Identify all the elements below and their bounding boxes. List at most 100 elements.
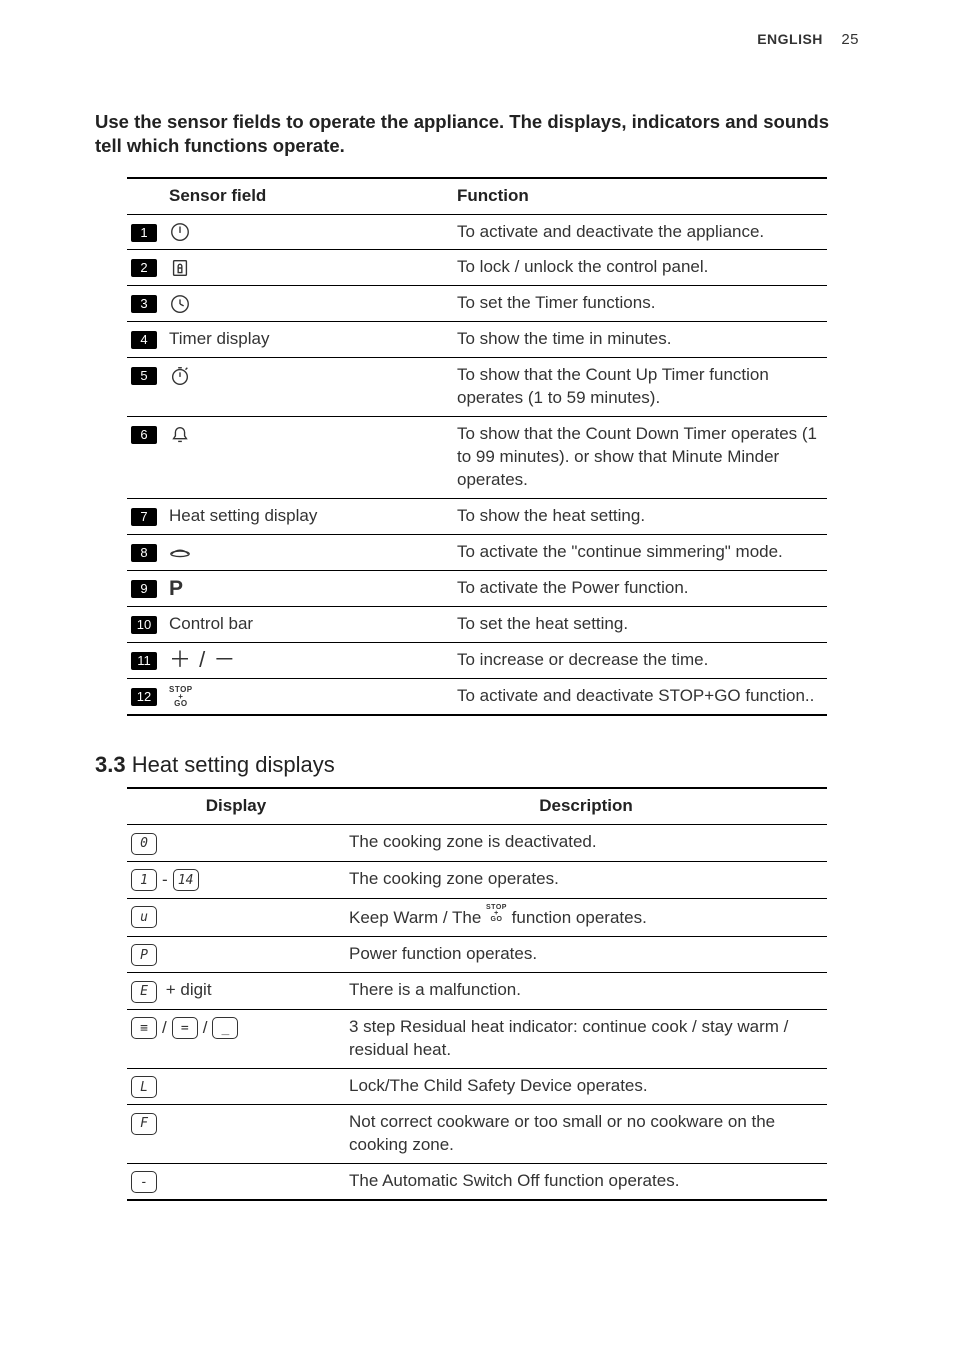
description-cell: There is a malfunction. xyxy=(345,973,827,1010)
countup-icon xyxy=(169,365,191,387)
display-segment: 1 xyxy=(131,869,157,891)
display-segment: - xyxy=(131,1171,157,1193)
section-text: Heat setting displays xyxy=(132,752,335,777)
row-number-badge: 3 xyxy=(131,295,157,313)
function-cell: To show the time in minutes. xyxy=(453,322,827,358)
function-cell: To activate and deactivate STOP+GO funct… xyxy=(453,678,827,714)
sensor-field-cell: Control bar xyxy=(165,606,453,642)
display-cell: P xyxy=(127,936,345,973)
description-cell: The cooking zone is deactivated. xyxy=(345,825,827,862)
description-cell: The cooking zone operates. xyxy=(345,861,827,898)
description-cell: Lock/The Child Safety Device operates. xyxy=(345,1068,827,1105)
description-cell: Not correct cookware or too small or no … xyxy=(345,1105,827,1164)
table-row: E + digitThere is a malfunction. xyxy=(127,973,827,1010)
display-cell: F xyxy=(127,1105,345,1164)
function-cell: To lock / unlock the control panel. xyxy=(453,250,827,286)
sensor-field-cell: Timer display xyxy=(165,322,453,358)
table-row: P Power function operates. xyxy=(127,936,827,973)
table-row: FNot correct cookware or too small or no… xyxy=(127,1105,827,1164)
display-segment: ≡ xyxy=(131,1017,157,1039)
description-cell: 3 step Residual heat indicator: continue… xyxy=(345,1009,827,1068)
function-cell: To set the Timer functions. xyxy=(453,286,827,322)
table-row: u Keep Warm / The STOP+GO function operat… xyxy=(127,898,827,936)
table-row: - The Automatic Switch Off function opera… xyxy=(127,1163,827,1200)
table-row: L Lock/The Child Safety Device operates. xyxy=(127,1068,827,1105)
function-cell: To show the heat setting. xyxy=(453,498,827,534)
sensor-field-cell xyxy=(165,214,453,250)
display-segment: u xyxy=(131,906,157,928)
row-number-badge: 8 xyxy=(131,544,157,562)
th-sensor-field: Sensor field xyxy=(165,178,453,214)
sensor-field-cell xyxy=(165,417,453,499)
description-cell: The Automatic Switch Off function operat… xyxy=(345,1163,827,1200)
sensor-field-icon xyxy=(169,221,191,243)
function-cell: To activate the "continue simmering" mod… xyxy=(453,534,827,570)
row-number-badge: 9 xyxy=(131,580,157,598)
section-number: 3.3 xyxy=(95,752,126,777)
description-cell: Power function operates. xyxy=(345,936,827,973)
sensor-field-cell xyxy=(165,534,453,570)
display-cell: 0 xyxy=(127,825,345,862)
row-number-badge: 2 xyxy=(131,259,157,277)
sensor-field-cell xyxy=(165,286,453,322)
row-number-badge: 11 xyxy=(131,652,157,670)
row-number-badge: 7 xyxy=(131,508,157,526)
row-number-badge: 10 xyxy=(131,616,157,634)
sensor-field-cell: ＋ / － xyxy=(165,642,453,678)
th-display: Display xyxy=(127,788,345,824)
heat-setting-display-table: Display Description 0The cooking zone is… xyxy=(127,787,827,1201)
display-segment: L xyxy=(131,1076,157,1098)
sensor-field-icon: P xyxy=(169,578,183,599)
sensor-field-icon: STOP+GO xyxy=(169,686,193,707)
function-cell: To show that the Count Up Timer function… xyxy=(453,358,827,417)
function-cell: To activate and deactivate the appliance… xyxy=(453,214,827,250)
display-cell: 1 - 14 xyxy=(127,861,345,898)
row-number-badge: 5 xyxy=(131,367,157,385)
sensor-field-cell: STOP+GO xyxy=(165,678,453,714)
table-row: 5 To show that the Count Up Timer functio… xyxy=(127,358,827,417)
sensor-field-icon xyxy=(169,424,191,446)
table-row: 7 Heat setting displayTo show the heat se… xyxy=(127,498,827,534)
display-cell: u xyxy=(127,898,345,936)
sensor-field-icon xyxy=(169,257,191,279)
sensor-field-cell: Heat setting display xyxy=(165,498,453,534)
display-cell: E + digit xyxy=(127,973,345,1010)
display-segment: = xyxy=(172,1017,198,1039)
description-cell: Keep Warm / The STOP+GO function operate… xyxy=(345,898,827,936)
lock-icon xyxy=(169,257,191,279)
table-row: 8 To activate the "continue simmering" mo… xyxy=(127,534,827,570)
sensor-field-cell xyxy=(165,250,453,286)
table-row: 12 STOP+GO To activate and deactivate STOP… xyxy=(127,678,827,714)
section-3-3-title: 3.3 Heat setting displays xyxy=(95,750,859,780)
table-row: 11＋ / －To increase or decrease the time. xyxy=(127,642,827,678)
display-suffix: + digit xyxy=(161,980,212,999)
plus-minus-icon: ＋ / － xyxy=(169,649,236,671)
table-row: 3 To set the Timer functions. xyxy=(127,286,827,322)
row-number-badge: 6 xyxy=(131,426,157,444)
lang-label: ENGLISH xyxy=(757,31,823,47)
sensor-field-cell: P xyxy=(165,570,453,606)
page-header: ENGLISH 25 xyxy=(757,30,859,50)
table-row: ≡ / = / _3 step Residual heat indicator:… xyxy=(127,1009,827,1068)
intro-paragraph: Use the sensor fields to operate the app… xyxy=(95,110,859,158)
table-row: 4Timer displayTo show the time in minute… xyxy=(127,322,827,358)
table-row: 1To activate and deactivate the applianc… xyxy=(127,214,827,250)
power-p-icon: P xyxy=(169,578,183,599)
row-number-badge: 12 xyxy=(131,688,157,706)
display-cell: - xyxy=(127,1163,345,1200)
table-row: 6 To show that the Count Down Timer opera… xyxy=(127,417,827,499)
page-number: 25 xyxy=(841,31,859,48)
display-cell: L xyxy=(127,1068,345,1105)
display-segment: P xyxy=(131,944,157,966)
table-row: 0The cooking zone is deactivated. xyxy=(127,825,827,862)
th-description: Description xyxy=(345,788,827,824)
display-segment: _ xyxy=(212,1017,238,1039)
display-segment: E xyxy=(131,981,157,1003)
function-cell: To activate the Power function. xyxy=(453,570,827,606)
power-icon xyxy=(169,221,191,243)
stopgo-icon: STOP+GO xyxy=(169,686,193,707)
function-cell: To set the heat setting. xyxy=(453,606,827,642)
sensor-field-icon xyxy=(169,541,191,563)
simmer-icon xyxy=(169,541,191,563)
function-cell: To show that the Count Down Timer operat… xyxy=(453,417,827,499)
